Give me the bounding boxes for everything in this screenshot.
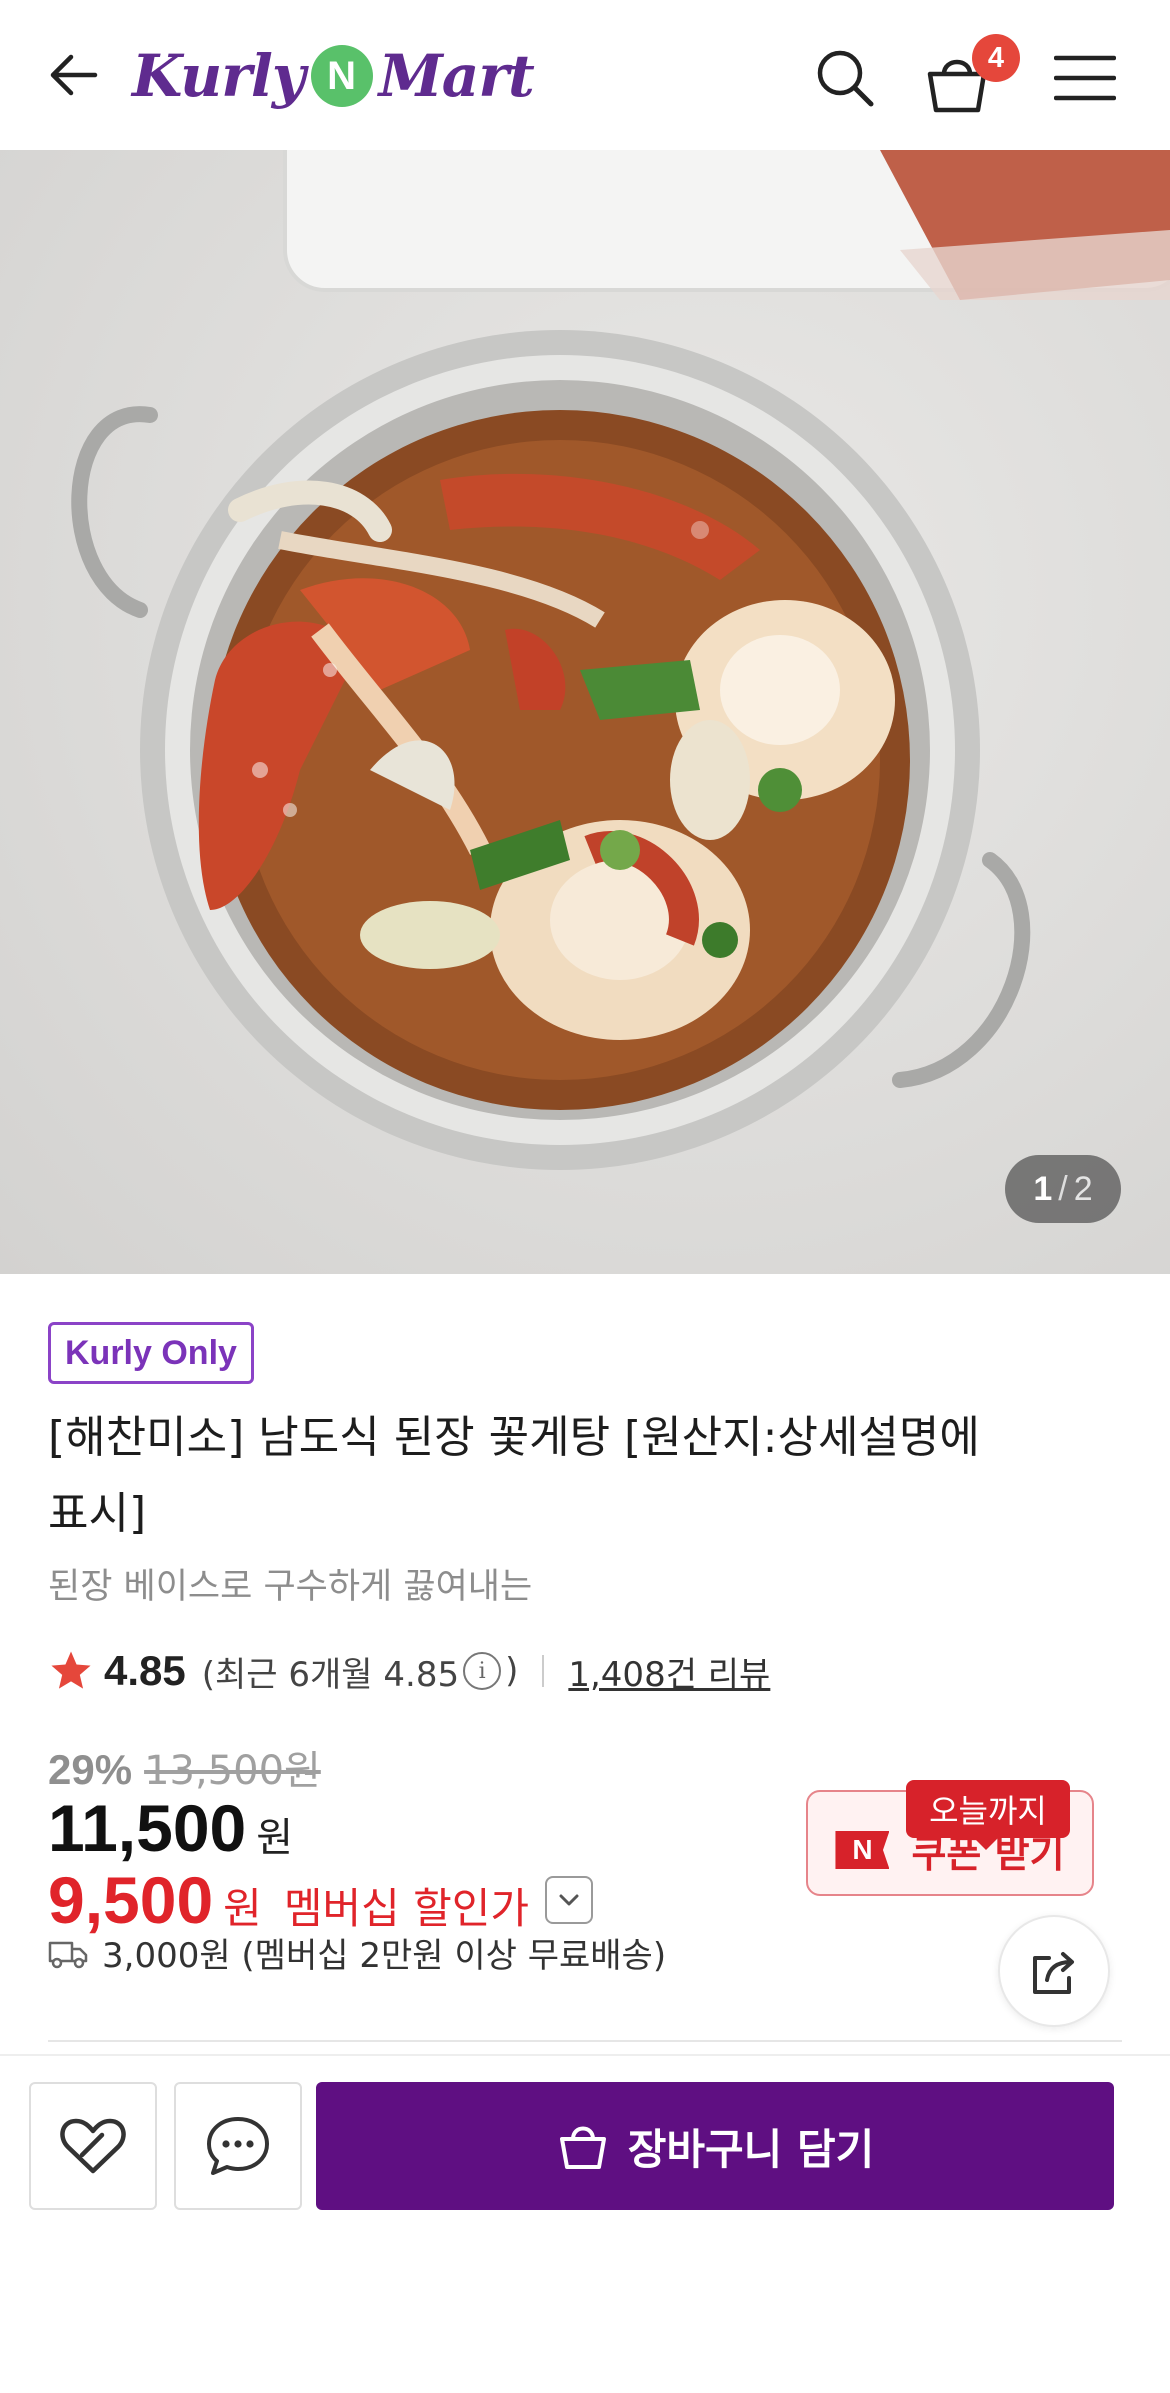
cart-count-badge: 4 — [972, 34, 1020, 82]
image-current-index: 1 — [1033, 1169, 1053, 1208]
image-total-count: 2 — [1073, 1169, 1093, 1208]
logo-text-right: Mart — [378, 42, 535, 110]
sale-price-unit: 원 — [256, 1815, 294, 1861]
crab-stew-photo — [71, 150, 1170, 1170]
info-icon[interactable]: i — [463, 1652, 502, 1690]
recent-rating: (최근 6개월 4.85 i ) — [202, 1647, 519, 1696]
kurly-n-mart-logo[interactable]: Kurly N Mart — [132, 28, 535, 124]
add-to-cart-button[interactable]: 장바구니 담기 — [316, 2082, 1114, 2210]
arrow-left-icon — [50, 54, 98, 96]
price-row: 11,500 원 — [48, 1790, 293, 1866]
sale-price: 11,500 — [48, 1791, 247, 1865]
discount-rate: 29% — [48, 1746, 133, 1793]
top-nav-bar: Kurly N Mart 4 — [0, 0, 1170, 151]
hamburger-menu-icon — [1054, 55, 1116, 101]
wishlist-button[interactable] — [29, 2082, 157, 2210]
share-icon — [1033, 1952, 1074, 1994]
image-index-separator: / — [1058, 1169, 1068, 1208]
discount-row: 29% 13,500원 — [48, 1738, 321, 1796]
product-title-line2: 표시] — [48, 1488, 147, 1539]
rating-divider — [542, 1655, 545, 1687]
cart-button[interactable]: 4 — [922, 34, 1020, 120]
coupon-deadline-tag: 오늘까지 — [906, 1780, 1070, 1850]
recent-rating-text: (최근 6개월 4.85 — [201, 1654, 460, 1695]
chevron-down-icon — [559, 1894, 579, 1906]
section-divider — [48, 2040, 1122, 2042]
logo-text-left: Kurly — [132, 42, 306, 110]
shopping-bag-icon — [559, 2126, 606, 2169]
inquiry-button[interactable] — [174, 2082, 302, 2210]
star-icon — [51, 1651, 91, 1689]
add-to-cart-label: 장바구니 담기 — [627, 2124, 875, 2174]
member-price-label: 멤버십 할인가 — [283, 1884, 530, 1933]
delivery-info: 3,000원 (멤버십 2만원 이상 무료배송) — [48, 1928, 666, 1977]
rating-score: 4.85 — [104, 1647, 186, 1694]
member-price-toggle[interactable] — [545, 1876, 594, 1924]
kurly-only-badge: Kurly Only — [48, 1322, 254, 1384]
back-button[interactable] — [38, 40, 108, 110]
search-icon — [817, 50, 874, 107]
menu-button[interactable] — [1045, 40, 1125, 116]
truck-icon — [48, 1937, 88, 1969]
review-count-link[interactable]: 1,408건 리뷰 — [568, 1647, 770, 1696]
product-title: [해찬미소] 남도식 된장 꽃게탕 [원산지:상세설명에 표시] — [48, 1400, 1048, 1552]
product-image[interactable] — [0, 150, 1170, 1274]
delivery-text: 3,000원 (멤버십 2만원 이상 무료배송) — [102, 1936, 667, 1976]
member-price: 9,500 — [48, 1863, 214, 1937]
heart-icon — [60, 2118, 126, 2174]
share-button[interactable] — [998, 1915, 1110, 2027]
recent-rating-close: ) — [505, 1651, 519, 1691]
member-price-unit: 원 — [223, 1884, 262, 1933]
member-price-row: 9,500 원 멤버십 할인가 — [48, 1862, 594, 1938]
search-button[interactable] — [805, 38, 885, 118]
logo-n-mark: N — [310, 45, 373, 107]
coupon-n-mark: N — [835, 1831, 890, 1869]
chat-bubble-icon — [207, 2117, 269, 2175]
original-price: 13,500원 — [144, 1748, 321, 1794]
product-title-line1: [해찬미소] 남도식 된장 꽃게탕 [원산지:상세설명에 — [48, 1412, 980, 1463]
product-subtitle: 된장 베이스로 구수하게 끓여내는 — [48, 1567, 533, 1607]
rating-row: 4.85 (최근 6개월 4.85 i ) 1,408건 리뷰 — [48, 1645, 770, 1697]
image-page-indicator: 1 / 2 — [1005, 1155, 1121, 1223]
